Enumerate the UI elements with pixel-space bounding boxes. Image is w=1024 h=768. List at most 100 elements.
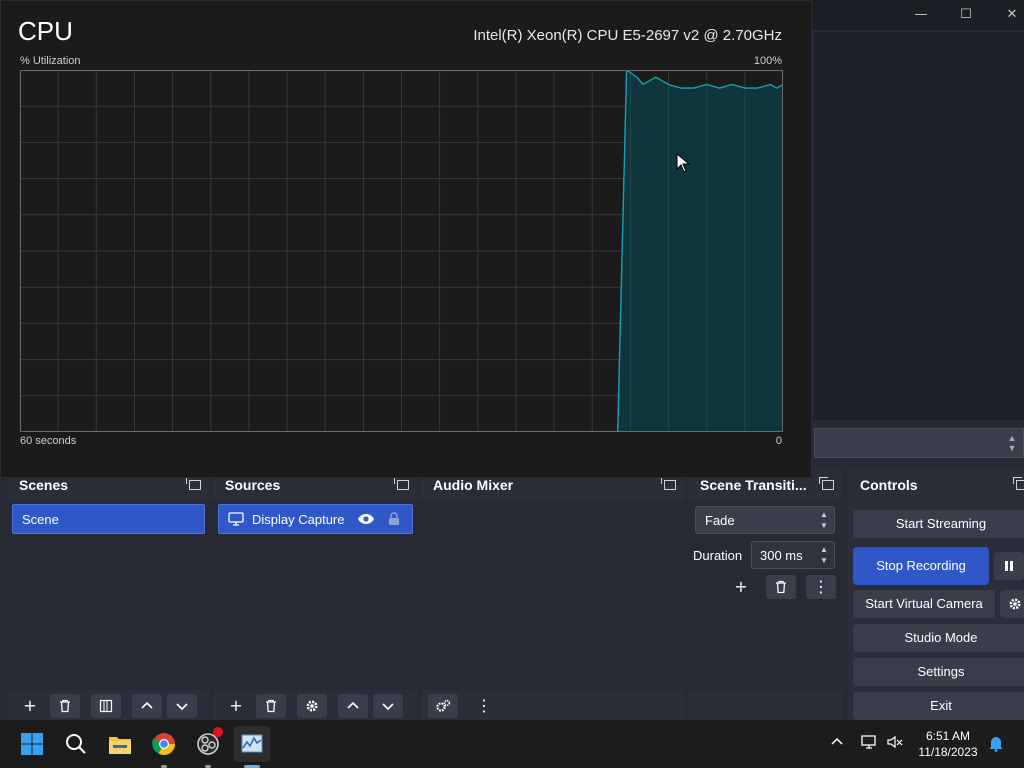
chrome-icon: [152, 733, 175, 755]
scenes-dock-title: Scenes: [19, 477, 69, 493]
chevron-up-icon: [141, 701, 153, 709]
source-item[interactable]: Display Capture: [218, 504, 413, 534]
audio-mixer-dock: Audio Mixer ⋮: [421, 470, 684, 720]
add-scene-button[interactable]: +: [15, 694, 45, 718]
float-dock-icon[interactable]: [186, 477, 201, 490]
audio-advanced-properties-button[interactable]: [428, 694, 458, 718]
obs-icon: [197, 727, 223, 755]
clock-time: 6:51 AM: [925, 729, 971, 743]
duration-label: Duration: [693, 548, 743, 563]
maximize-button[interactable]: ☐: [951, 4, 981, 26]
float-dock-icon[interactable]: [1013, 477, 1024, 490]
move-source-down-button[interactable]: [373, 694, 403, 718]
studio-mode-button[interactable]: Studio Mode: [853, 624, 1024, 652]
clock[interactable]: 6:51 AM 11/18/2023: [913, 728, 983, 760]
obs-titlebar: — ☐ ✕: [810, 0, 1024, 30]
audio-mixer-menu-button[interactable]: ⋮: [469, 694, 499, 718]
chevron-down-icon: [382, 703, 394, 711]
move-scene-down-button[interactable]: [167, 694, 197, 718]
transition-select[interactable]: Fade ▲ ▼: [695, 506, 835, 534]
remove-scene-button[interactable]: [50, 694, 80, 718]
duration-value: 300 ms: [760, 548, 803, 563]
settings-button[interactable]: Settings: [853, 658, 1024, 686]
scene-transitions-dock: Scene Transiti... Fade ▲ ▼ Duration 300 m…: [688, 470, 842, 720]
show-hidden-icons-button[interactable]: [830, 734, 844, 751]
duration-spinbox[interactable]: 300 ms ▲ ▼: [751, 541, 835, 569]
float-dock-icon[interactable]: [819, 477, 834, 490]
taskbar: 6:51 AM 11/18/2023: [0, 720, 1024, 768]
bell-icon: [989, 737, 1003, 752]
x-end-label: 0: [775, 435, 782, 447]
trash-icon: [60, 699, 70, 713]
network-button[interactable]: [860, 734, 878, 753]
float-dock-icon[interactable]: [661, 477, 676, 490]
gear-icon: [306, 700, 318, 712]
audio-mixer-dock-title: Audio Mixer: [433, 477, 514, 493]
task-manager-cpu-window: CPU Intel(R) Xeon(R) CPU E5-2697 v2 @ 2.…: [0, 0, 812, 478]
chevron-updown-icon: ▲ ▼: [820, 510, 828, 530]
scene-item[interactable]: Scene: [12, 504, 205, 534]
y-axis-label: % Utilization: [20, 55, 81, 67]
move-source-up-button[interactable]: [338, 694, 368, 718]
obs-preview-bar[interactable]: ▲ ▼: [814, 428, 1024, 458]
controls-dock-title: Controls: [860, 477, 918, 493]
y-max-label: 100%: [753, 55, 782, 67]
scene-filters-button[interactable]: [91, 694, 121, 718]
search-button[interactable]: [58, 726, 94, 762]
trash-icon: [776, 580, 786, 594]
start-streaming-button[interactable]: Start Streaming: [853, 510, 1024, 538]
file-explorer-button[interactable]: [102, 726, 138, 762]
cpu-utilization-graph: [20, 70, 783, 432]
obs-preview-area: [814, 32, 1024, 420]
source-properties-button[interactable]: [297, 694, 327, 718]
scenes-dock: Scenes Scene +: [7, 470, 209, 720]
search-icon: [66, 734, 86, 754]
pause-icon: [1005, 561, 1013, 571]
folder-icon: [109, 737, 131, 754]
exit-button[interactable]: Exit: [853, 692, 1024, 720]
x-start-label: 60 seconds: [20, 435, 77, 447]
controls-dock-header: Controls: [848, 470, 1024, 500]
spinner-arrows-icon[interactable]: ▲ ▼: [1005, 433, 1019, 453]
remove-source-button[interactable]: [256, 694, 286, 718]
close-button[interactable]: ✕: [997, 4, 1024, 26]
gear-icon: [1009, 598, 1021, 610]
eye-icon[interactable]: [357, 513, 375, 525]
virtual-camera-settings-button[interactable]: [1000, 590, 1024, 618]
cpu-title: CPU: [18, 16, 73, 46]
transition-menu-button[interactable]: ⋮: [806, 575, 836, 599]
obs-button[interactable]: [190, 726, 226, 768]
lock-icon[interactable]: [388, 512, 400, 526]
filter-icon: [99, 699, 113, 713]
monitor-icon: [228, 512, 244, 526]
chrome-button[interactable]: [146, 726, 182, 768]
scenes-list: Scene: [7, 500, 209, 690]
scene-transitions-dock-title: Scene Transiti...: [700, 477, 807, 493]
sources-dock-title: Sources: [225, 477, 281, 493]
remove-transition-button[interactable]: [766, 575, 796, 599]
transition-select-value: Fade: [705, 513, 735, 528]
task-manager-button[interactable]: [234, 726, 270, 768]
cpu-model: Intel(R) Xeon(R) CPU E5-2697 v2 @ 2.70GH…: [473, 27, 782, 44]
windows-logo-icon: [21, 733, 43, 755]
volume-button[interactable]: [886, 734, 904, 753]
network-icon: [861, 735, 876, 749]
float-dock-icon[interactable]: [394, 477, 409, 490]
sources-list: Display Capture: [213, 500, 417, 690]
source-item-label: Display Capture: [252, 512, 345, 527]
add-source-button[interactable]: +: [221, 694, 251, 718]
minimize-button[interactable]: —: [906, 4, 936, 26]
stop-recording-button[interactable]: Stop Recording: [853, 547, 989, 585]
chevron-down-icon: [176, 703, 188, 711]
add-transition-button[interactable]: +: [726, 575, 756, 599]
mouse-cursor-icon: [676, 153, 690, 173]
scene-item-label: Scene: [22, 512, 59, 527]
scene-transitions-area: Fade ▲ ▼ Duration 300 ms ▲ ▼ + ⋮: [688, 500, 842, 690]
chevron-up-icon: [831, 737, 843, 745]
notifications-button[interactable]: [988, 734, 1004, 755]
start-button[interactable]: [14, 726, 50, 762]
spinner-arrows-icon[interactable]: ▲ ▼: [819, 544, 829, 566]
start-virtual-camera-button[interactable]: Start Virtual Camera: [853, 590, 995, 618]
pause-recording-button[interactable]: [994, 552, 1024, 580]
move-scene-up-button[interactable]: [132, 694, 162, 718]
